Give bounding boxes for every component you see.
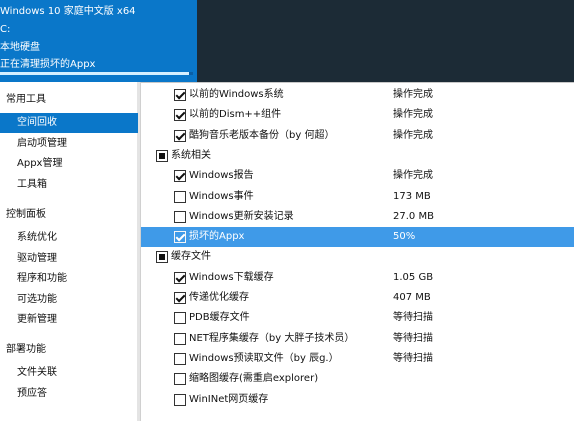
item-checkbox[interactable] [174,190,186,203]
list-group-header[interactable]: 缓存文件 [141,247,574,267]
list-item[interactable]: Windows预读取文件（by 辰g.） 等待扫描 [141,349,574,369]
sidebar-item[interactable]: 系统优化 [0,228,140,248]
item-label: Windows更新安装记录 [189,210,294,222]
item-label: Windows事件 [189,190,254,202]
sidebar-group-label: 控制面板 [6,209,46,220]
item-checkbox[interactable] [174,393,186,406]
sidebar-item[interactable]: Appx管理 [0,154,140,174]
list-item[interactable]: Windows下载缓存 1.05 GB [141,268,574,288]
item-label: 传递优化缓存 [189,292,249,303]
os-version-text: Windows 10 家庭中文版 x64 [0,6,136,17]
list-group-header[interactable]: 系统相关 [141,146,574,166]
sidebar-item[interactable]: 可选功能 [0,290,140,310]
item-status: 操作完成 [393,89,433,100]
drive-type-text: 本地硬盘 [0,42,40,53]
sidebar-item[interactable]: 启动项管理 [0,134,140,154]
header-dark-area [197,0,574,82]
sidebar-item[interactable]: 文件关联 [0,363,140,383]
item-checkbox[interactable] [174,210,186,223]
item-checkbox[interactable] [174,312,186,325]
item-checkbox[interactable] [174,109,186,122]
item-label: Windows下载缓存 [189,271,274,283]
item-label: WinINet网页缓存 [189,393,269,405]
sidebar-group-label: 常用工具 [6,94,46,105]
item-status: 等待扫描 [393,312,433,324]
item-status: 操作完成 [393,170,433,182]
list-item[interactable]: 损坏的Appx 50% [141,227,574,248]
list-item[interactable]: Windows更新安装记录 27.0 MB [141,207,574,227]
sidebar-item[interactable]: 空间回收 [0,113,138,133]
item-label: 酷狗音乐老版本备份（by 何超） [189,129,335,141]
item-checkbox[interactable] [174,332,186,345]
item-status: 1.05 GB [393,271,434,283]
item-status: 等待扫描 [393,332,433,344]
item-status: 407 MB [393,292,431,303]
sidebar-item[interactable]: 驱动管理 [0,249,140,269]
item-label: PDB缓存文件 [189,312,250,324]
item-label: 损坏的Appx [189,231,245,243]
list-item[interactable]: 以前的Dism++组件 操作完成 [141,105,574,125]
item-label: Windows报告 [189,170,254,182]
list-item[interactable]: PDB缓存文件 等待扫描 [141,308,574,328]
sidebar-group-label: 部署功能 [6,344,46,355]
sidebar-item[interactable]: 预应答 [0,384,140,404]
item-label: NET程序集缓存（by 大胖子技术员） [189,332,355,344]
task-status-text: 正在清理损坏的Appx [0,59,96,70]
cleanup-list: 以前的Windows系统 操作完成 以前的Dism++组件 操作完成 酷狗音乐老版本备份… [141,82,574,421]
task-progress-bar [0,72,193,75]
item-checkbox[interactable] [174,373,186,386]
sidebar-item[interactable]: 工具箱 [0,175,140,195]
list-item[interactable]: 以前的Windows系统 操作完成 [141,85,574,105]
item-status: 操作完成 [393,129,433,141]
list-top-divider [141,82,574,83]
item-status: 27.0 MB [393,210,434,222]
drive-letter-text: C: [0,24,11,35]
item-label: Windows预读取文件（by 辰g.） [189,352,339,364]
item-checkbox[interactable] [174,170,186,183]
list-item[interactable]: 传递优化缓存 407 MB [141,288,574,308]
item-checkbox[interactable] [174,292,186,304]
list-item[interactable]: 酷狗音乐老版本备份（by 何超） 操作完成 [141,126,574,146]
item-status: 操作完成 [393,109,433,121]
item-label: 缩略图缓存(需重启explorer) [189,373,319,385]
list-item[interactable]: Windows报告 操作完成 [141,166,574,186]
item-checkbox[interactable] [174,231,186,244]
sidebar: 常用工具空间回收 启动项管理 Appx管理 工具箱控制面板系统优化 驱动管理 程序和功能可… [0,82,141,421]
sidebar-item[interactable]: 更新管理 [0,310,140,330]
item-status: 等待扫描 [393,352,433,364]
list-item[interactable]: 缩略图缓存(需重启explorer) [141,369,574,389]
group-label: 系统相关 [171,149,211,161]
task-progress-fill [0,72,190,75]
group-checkbox[interactable] [156,251,168,264]
group-checkbox[interactable] [156,149,168,162]
item-checkbox[interactable] [174,129,186,142]
item-checkbox[interactable] [174,352,186,365]
sidebar-item[interactable]: 程序和功能 [0,269,140,289]
list-item[interactable]: Windows事件 173 MB [141,187,574,207]
list-item[interactable]: NET程序集缓存（by 大胖子技术员） 等待扫描 [141,329,574,349]
item-checkbox[interactable] [174,271,186,284]
group-label: 缓存文件 [171,251,211,263]
header-info-panel: Windows 10 家庭中文版 x64 C: 本地硬盘 正在清理损坏的Appx [0,0,197,82]
item-status: 173 MB [393,190,431,202]
item-status: 50% [393,231,416,243]
list-item[interactable]: WinINet网页缓存 [141,390,574,410]
item-label: 以前的Windows系统 [189,89,284,100]
item-label: 以前的Dism++组件 [189,109,282,121]
item-checkbox[interactable] [174,89,186,101]
header: Windows 10 家庭中文版 x64 C: 本地硬盘 正在清理损坏的Appx [0,0,574,82]
